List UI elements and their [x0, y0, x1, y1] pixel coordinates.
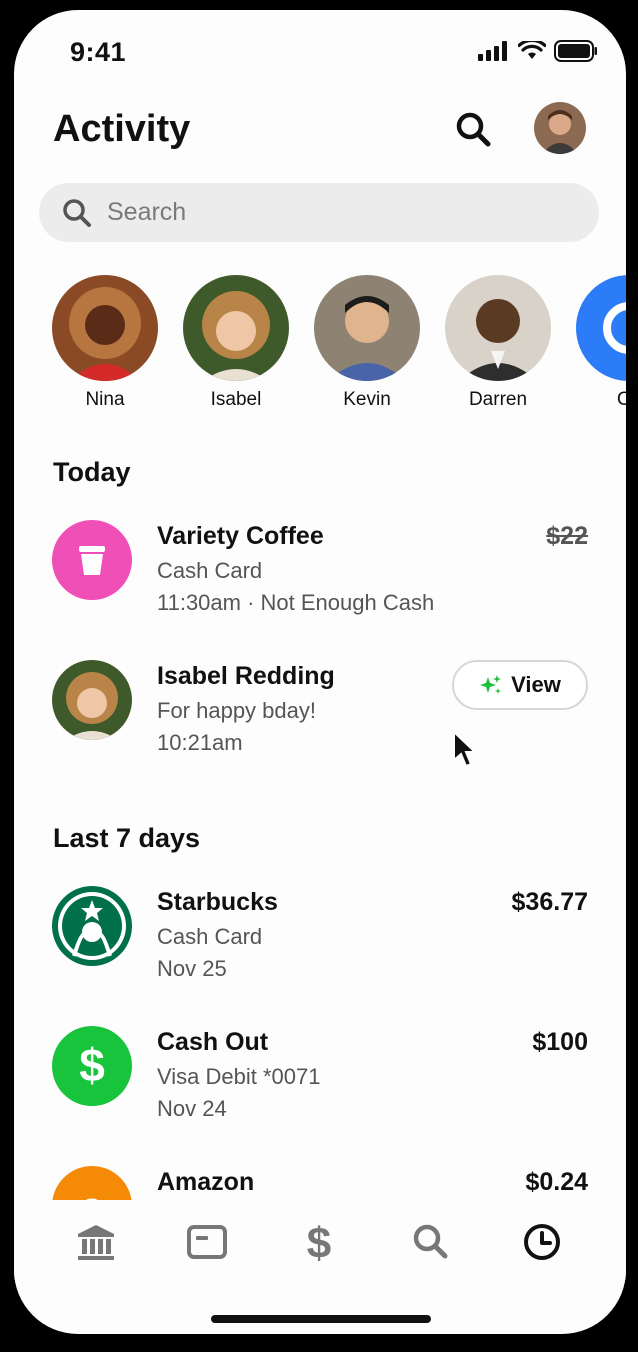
contact-avatar [183, 275, 289, 381]
activity-detail: Nov 25 [157, 956, 227, 981]
signal-icon [478, 41, 507, 61]
activity-title: Starbucks [157, 888, 278, 916]
merchant-avatar [52, 886, 132, 966]
page-title: Activity [53, 108, 191, 150]
status-time: 9:41 [70, 37, 127, 67]
contact-darren[interactable]: Darren [445, 275, 551, 411]
search-icon [413, 1224, 448, 1259]
profile-avatar[interactable] [534, 102, 586, 154]
mouse-cursor-icon [453, 730, 478, 768]
activity-detail: 10:21am [157, 730, 243, 755]
merchant-avatar [52, 520, 132, 600]
merchant-avatar: $ [52, 1026, 132, 1106]
contact-name: Isabel [210, 389, 262, 410]
view-button-label: View [511, 672, 561, 697]
card-icon [187, 1225, 227, 1259]
activity-row-variety-coffee[interactable]: Variety Coffee Cash Card 11:30am · Not E… [52, 520, 588, 630]
activity-title: Variety Coffee [157, 522, 324, 550]
activity-amount: $0.24 [525, 1168, 588, 1196]
activity-row-cash-out[interactable]: $ Cash Out Visa Debit *0071 Nov 24 $100 [52, 1026, 588, 1136]
dollar-icon: $ [79, 1039, 105, 1091]
activity-subtitle: Visa Debit *0071 [157, 1064, 321, 1089]
search-icon [456, 112, 491, 147]
view-button[interactable]: View [452, 660, 588, 710]
tab-activity[interactable] [520, 1220, 564, 1264]
contact-nina[interactable]: Nina [52, 275, 158, 411]
activity-amount: $22 [546, 522, 588, 550]
status-icons [478, 40, 598, 62]
contact-avatar [52, 275, 158, 381]
contact-avatar [314, 275, 420, 381]
sparkles-icon [480, 675, 502, 694]
contact-partial[interactable]: Ca [576, 275, 626, 411]
activity-title: Amazon [157, 1168, 255, 1196]
contact-name: Darren [468, 389, 528, 410]
activity-amount: $100 [532, 1028, 588, 1056]
phone-screen: 9:41 Activity Search Nina Isabel Kevin D… [14, 10, 626, 1334]
bank-icon [78, 1225, 114, 1260]
tab-discover[interactable] [409, 1220, 453, 1264]
starbucks-logo-icon [58, 892, 126, 960]
activity-detail: 11:30am · Not Enough Cash [157, 590, 435, 615]
contact-name: Nina [85, 389, 125, 410]
activity-subtitle: Cash Card [157, 924, 263, 949]
activity-title: Isabel Redding [157, 662, 335, 690]
wifi-icon [518, 41, 546, 59]
activity-amount: $36.77 [511, 888, 588, 916]
activity-subtitle: Cash Card [157, 558, 263, 583]
section-title-last7: Last 7 days [53, 823, 201, 853]
activity-subtitle: For happy bday! [157, 698, 316, 723]
svg-text:$: $ [79, 1039, 105, 1091]
activity-clock-icon [524, 1224, 560, 1260]
tab-card[interactable] [185, 1220, 229, 1264]
dollar-icon: $ [307, 1220, 331, 1264]
contact-avatar [52, 660, 132, 740]
activity-detail: Nov 24 [157, 1096, 227, 1121]
section-title-today: Today [53, 457, 131, 487]
tab-bar: $ [14, 1200, 626, 1280]
activity-title: Cash Out [157, 1028, 269, 1056]
search-bar[interactable] [39, 183, 599, 242]
contact-avatar [445, 275, 551, 381]
contact-avatar [576, 275, 626, 381]
search-icon [63, 198, 91, 227]
home-indicator [211, 1315, 431, 1323]
contact-isabel[interactable]: Isabel [183, 275, 289, 411]
tab-pay[interactable]: $ [297, 1220, 341, 1264]
search-input[interactable] [107, 198, 507, 227]
activity-row-starbucks[interactable]: Starbucks Cash Card Nov 25 $36.77 [52, 886, 588, 996]
contact-name: Ca [616, 389, 626, 410]
svg-text:$: $ [307, 1220, 331, 1264]
coffee-cup-icon [79, 546, 105, 575]
avatar-photo [534, 102, 586, 154]
activity-row-isabel-redding[interactable]: Isabel Redding For happy bday! 10:21am V… [52, 660, 588, 770]
tab-banking[interactable] [74, 1220, 118, 1264]
header-search-button[interactable] [454, 110, 498, 154]
contact-name: Kevin [343, 389, 391, 410]
battery-icon [554, 40, 597, 62]
contact-kevin[interactable]: Kevin [314, 275, 420, 411]
recent-contacts: Nina Isabel Kevin Darren C [52, 275, 626, 415]
